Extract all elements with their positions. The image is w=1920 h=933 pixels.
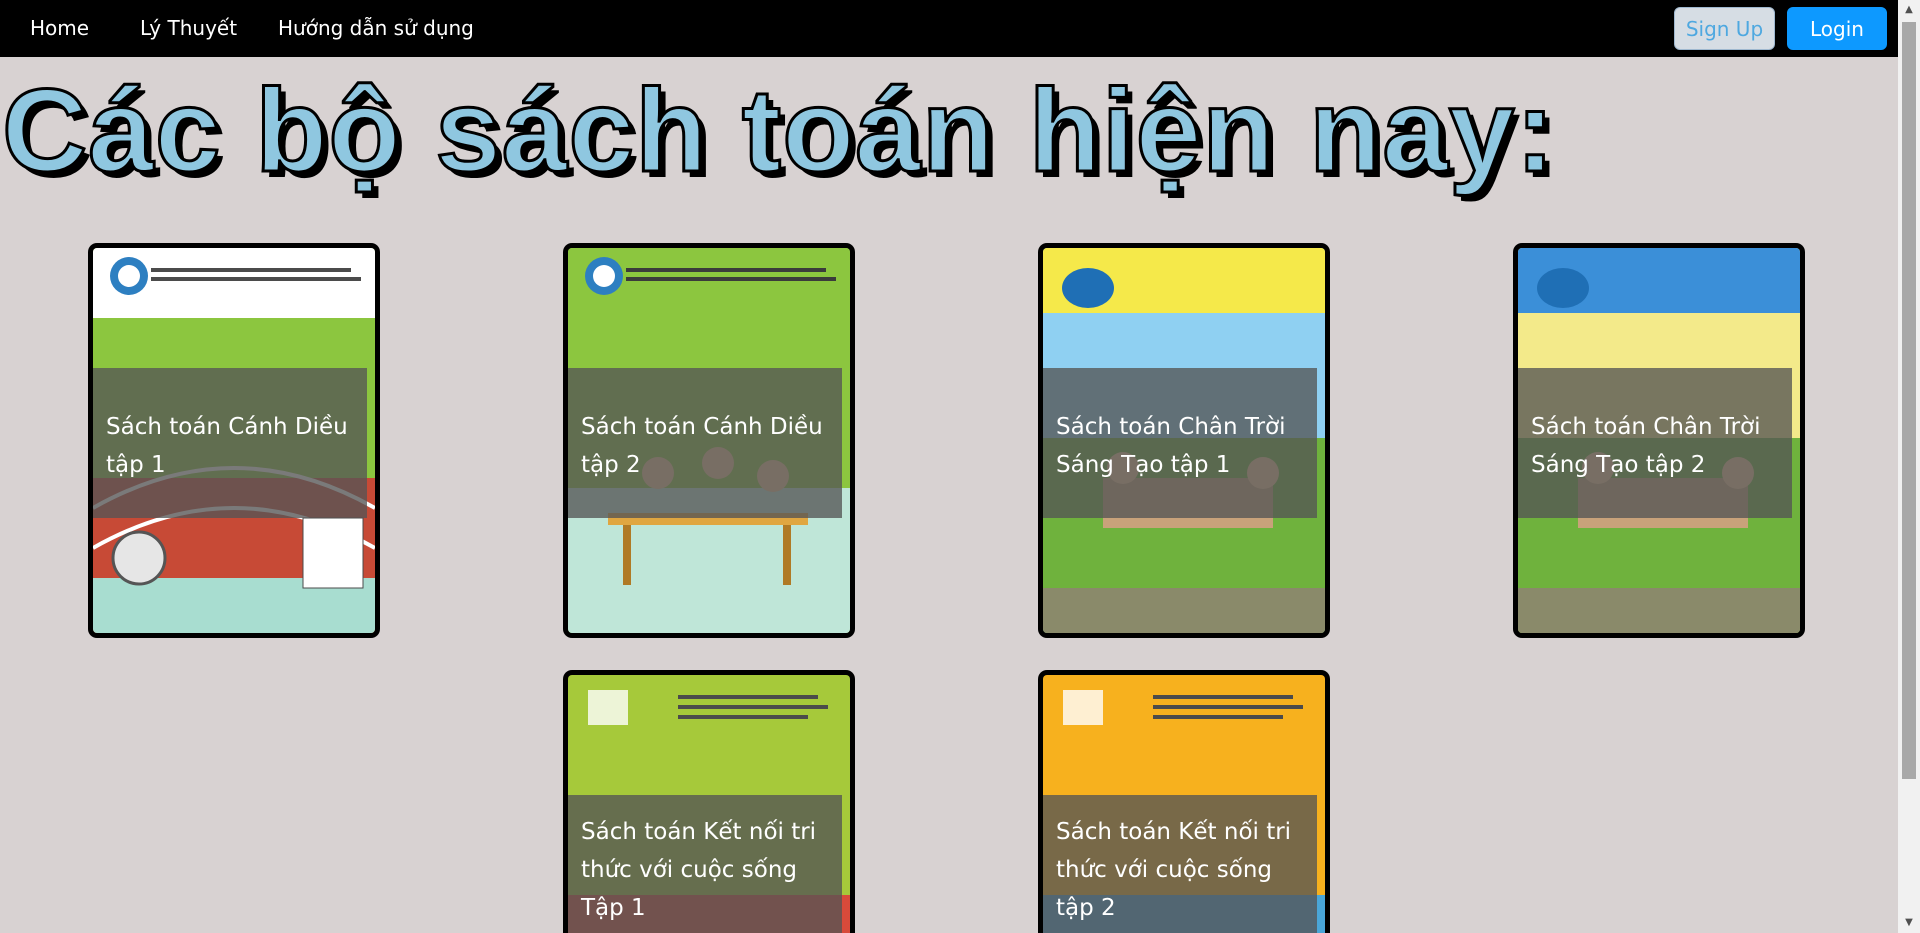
book-caption: Sách toán Chân Trời Sáng Tạo tập 1 (1043, 368, 1317, 518)
book-card-ket-noi-1[interactable]: Sách toán Kết nối tri thức với cuộc sống… (563, 670, 855, 933)
book-caption: Sách toán Cánh Diều tập 2 (568, 368, 842, 518)
book-caption: Sách toán Kết nối tri thức với cuộc sống… (568, 795, 842, 933)
top-nav-bar: Home Lý Thuyết Hướng dẫn sử dụng Sign Up… (0, 0, 1898, 57)
book-card-chan-troi-2[interactable]: Sách toán Chân Trời Sáng Tạo tập 2 (1513, 243, 1805, 638)
sign-up-button[interactable]: Sign Up (1674, 7, 1775, 50)
scroll-down-arrow-icon[interactable]: ▼ (1898, 913, 1920, 933)
book-caption: Sách toán Kết nối tri thức với cuộc sống… (1043, 795, 1317, 933)
page: Home Lý Thuyết Hướng dẫn sử dụng Sign Up… (0, 0, 1920, 933)
book-caption: Sách toán Cánh Diều tập 1 (93, 368, 367, 518)
scrollbar-thumb[interactable] (1902, 22, 1916, 779)
book-card-canh-dieu-1[interactable]: Sách toán Cánh Diều tập 1 (88, 243, 380, 638)
login-button[interactable]: Login (1787, 7, 1887, 50)
scroll-up-arrow-icon[interactable]: ▲ (1898, 0, 1920, 20)
vertical-scrollbar[interactable]: ▲ ▼ (1898, 0, 1920, 933)
nav-link-huong-dan[interactable]: Hướng dẫn sử dụng (278, 15, 474, 41)
nav-link-home[interactable]: Home (30, 15, 89, 41)
page-title: Các bộ sách toán hiện nay: (1, 65, 1557, 198)
book-card-canh-dieu-2[interactable]: Sách toán Cánh Diều tập 2 (563, 243, 855, 638)
book-card-chan-troi-1[interactable]: Sách toán Chân Trời Sáng Tạo tập 1 (1038, 243, 1330, 638)
nav-link-ly-thuyet[interactable]: Lý Thuyết (140, 15, 237, 41)
book-caption: Sách toán Chân Trời Sáng Tạo tập 2 (1518, 368, 1792, 518)
book-card-ket-noi-2[interactable]: Sách toán Kết nối tri thức với cuộc sống… (1038, 670, 1330, 933)
